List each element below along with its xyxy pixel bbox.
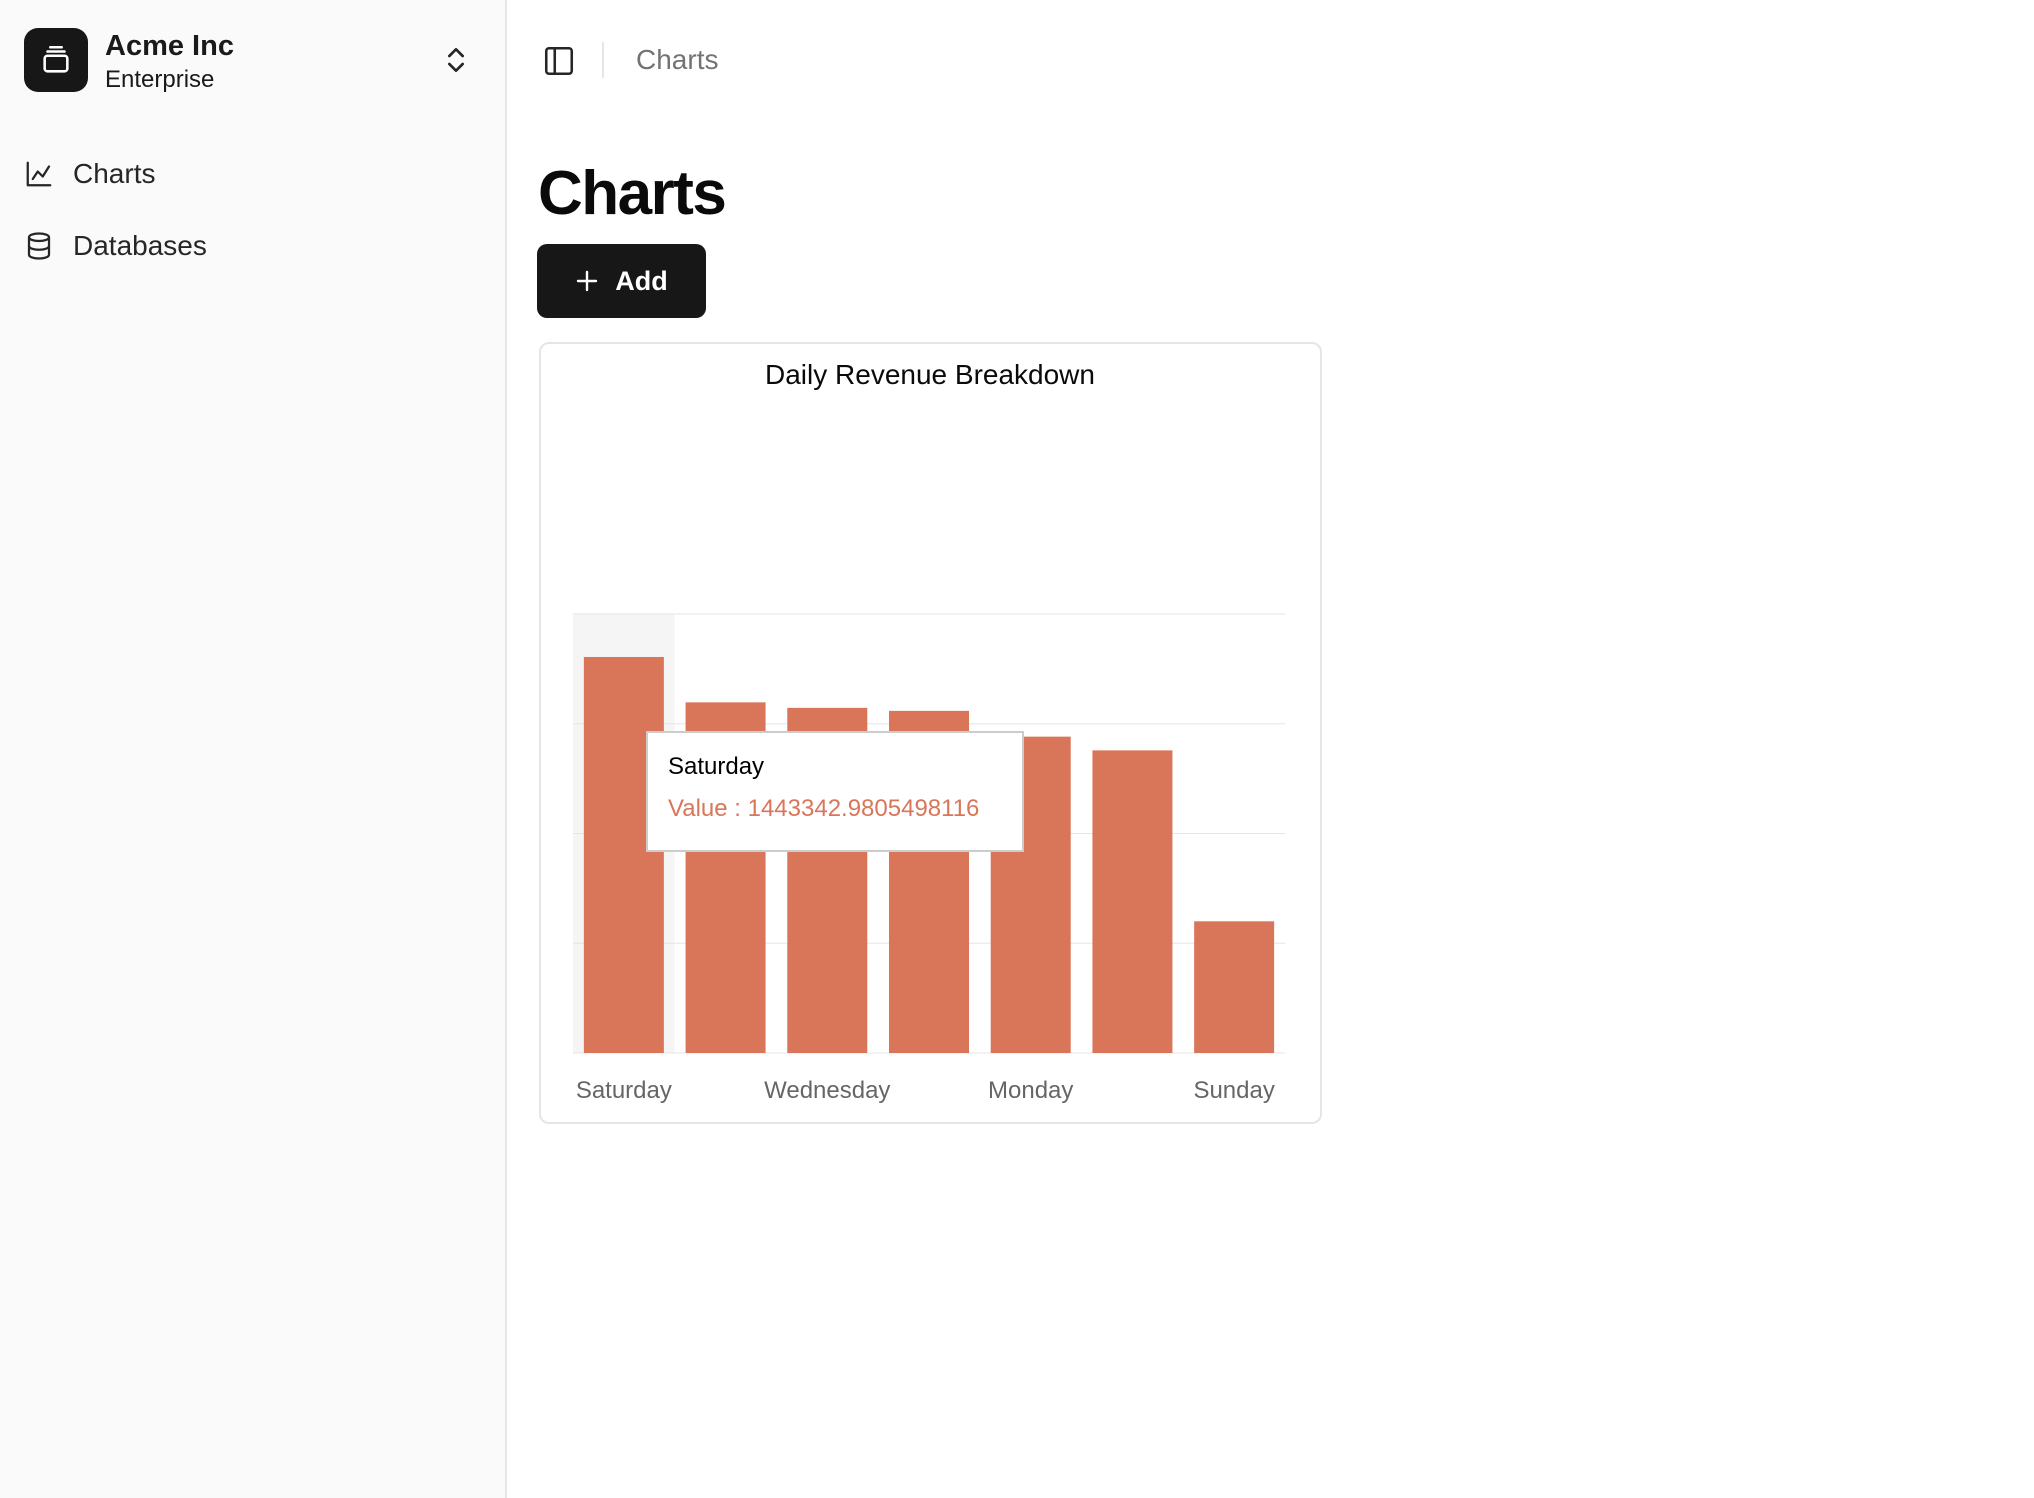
- bar-saturday[interactable]: [583, 656, 664, 1053]
- chevrons-up-down-icon[interactable]: [440, 44, 472, 76]
- page-title: Charts: [538, 159, 727, 228]
- sidebar: Acme Inc Enterprise Charts Databases: [0, 0, 507, 1498]
- sidebar-item-databases[interactable]: Databases: [24, 218, 484, 274]
- tooltip-value: Value : 1443342.9805498116: [668, 795, 980, 822]
- chart-title: Daily Revenue Breakdown: [765, 359, 1095, 390]
- x-tick-label: Monday: [988, 1077, 1073, 1104]
- tooltip-title: Saturday: [668, 753, 765, 780]
- sidebar-item-charts[interactable]: Charts: [24, 146, 484, 202]
- add-button[interactable]: Add: [537, 244, 706, 318]
- breadcrumb[interactable]: Charts: [636, 44, 718, 76]
- bar-sunday[interactable]: [1194, 921, 1275, 1053]
- sidebar-item-label: Charts: [73, 158, 156, 189]
- database-icon: [24, 231, 54, 261]
- topbar-divider: [602, 42, 604, 78]
- org-logo-icon: [24, 28, 88, 92]
- chart-tooltip: Saturday Value : 1443342.9805498116: [646, 731, 1024, 852]
- x-tick-label: Saturday: [576, 1077, 672, 1104]
- line-chart-icon: [24, 159, 54, 189]
- org-switcher[interactable]: Acme Inc Enterprise: [24, 28, 488, 94]
- add-button-label: Add: [615, 265, 668, 296]
- sidebar-item-label: Databases: [73, 230, 207, 261]
- sidebar-toggle-icon[interactable]: [542, 44, 576, 78]
- org-plan: Enterprise: [105, 66, 215, 93]
- org-name: Acme Inc: [105, 30, 234, 62]
- x-tick-label: Sunday: [1193, 1077, 1274, 1104]
- plus-icon: [577, 270, 598, 292]
- x-tick-label: Wednesday: [764, 1077, 890, 1104]
- bar-tuesday[interactable]: [1092, 750, 1173, 1053]
